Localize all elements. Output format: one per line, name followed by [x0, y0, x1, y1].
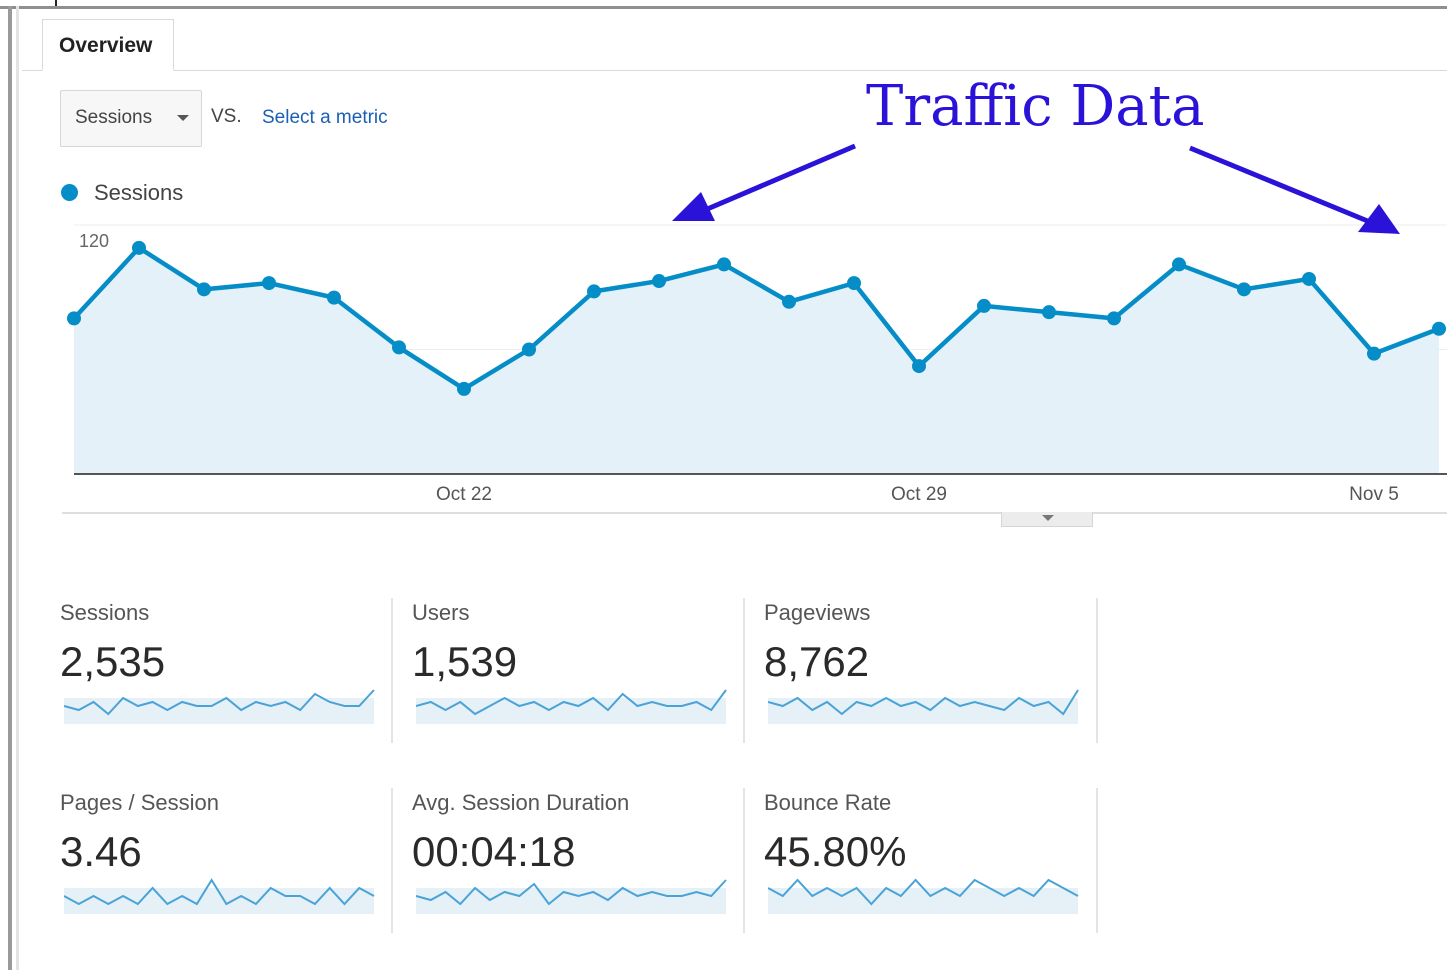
data-point[interactable]: [132, 240, 146, 255]
data-point[interactable]: [847, 276, 861, 291]
metric-label: Users: [412, 600, 470, 625]
metric-card-sessions[interactable]: Sessions 2,535: [60, 600, 378, 750]
metric-label: Bounce Rate: [764, 790, 892, 815]
data-point[interactable]: [522, 342, 536, 357]
data-point[interactable]: [197, 282, 211, 297]
data-point[interactable]: [717, 257, 731, 272]
annotation-arrow-right: [1189, 145, 1371, 225]
sparkline: [768, 878, 1079, 914]
sparkline: [416, 879, 727, 914]
sparkline: [768, 689, 1079, 724]
sparkline: [416, 689, 727, 724]
data-point[interactable]: [262, 276, 276, 291]
metric-divider: [1096, 788, 1098, 933]
y-tick-label: 120: [79, 231, 109, 251]
x-tick-label: Nov 5: [1349, 484, 1399, 505]
metric-value: 3.46: [60, 828, 142, 875]
sparkline: [64, 878, 375, 914]
metric-card-pageviews[interactable]: Pageviews 8,762: [764, 600, 1082, 750]
data-point[interactable]: [782, 294, 796, 309]
data-point[interactable]: [457, 381, 471, 396]
metric-label: Avg. Session Duration: [412, 790, 630, 815]
metric-divider: [743, 788, 745, 933]
data-point[interactable]: [67, 311, 81, 326]
sparkline-area: [768, 698, 1078, 724]
data-point[interactable]: [652, 274, 666, 289]
metric-value: 8,762: [764, 638, 870, 685]
sparkline-area: [416, 698, 726, 724]
metric-value: 45.80%: [764, 828, 907, 875]
metric-card-bounce-rate[interactable]: Bounce Rate 45.80%: [764, 790, 1082, 940]
chart-expand-button[interactable]: [1001, 512, 1093, 527]
data-point[interactable]: [1432, 321, 1446, 336]
metric-divider: [1096, 598, 1098, 743]
data-point[interactable]: [977, 298, 991, 313]
sparkline: [64, 689, 375, 724]
x-tick-label: Oct 29: [891, 484, 947, 505]
data-point[interactable]: [1237, 282, 1251, 297]
metric-label: Pages / Session: [60, 790, 219, 815]
data-point[interactable]: [392, 340, 406, 355]
annotation-arrow-left: [704, 143, 856, 213]
data-point[interactable]: [1042, 305, 1056, 320]
metric-divider: [391, 598, 393, 743]
data-point[interactable]: [587, 284, 601, 299]
metric-card-pages-per-session[interactable]: Pages / Session 3.46: [60, 790, 378, 940]
metric-card-users[interactable]: Users 1,539: [412, 600, 730, 750]
data-point[interactable]: [1302, 271, 1316, 286]
data-point[interactable]: [912, 359, 926, 374]
metric-value: 00:04:18: [412, 828, 576, 875]
metric-divider: [743, 598, 745, 743]
data-point[interactable]: [1107, 311, 1121, 326]
metric-label: Sessions: [60, 600, 150, 625]
metric-divider: [391, 788, 393, 933]
metric-card-avg-session-duration[interactable]: Avg. Session Duration 00:04:18: [412, 790, 730, 940]
data-point[interactable]: [1172, 257, 1186, 272]
sparkline-area: [768, 888, 1078, 914]
chart-divider: [62, 512, 1447, 514]
data-point[interactable]: [327, 290, 341, 305]
x-tick-label: Oct 22: [436, 484, 492, 505]
data-point[interactable]: [1367, 346, 1381, 361]
chevron-down-icon: [1042, 515, 1054, 521]
metric-value: 2,535: [60, 638, 166, 685]
metric-value: 1,539: [412, 638, 518, 685]
metric-label: Pageviews: [764, 600, 871, 625]
